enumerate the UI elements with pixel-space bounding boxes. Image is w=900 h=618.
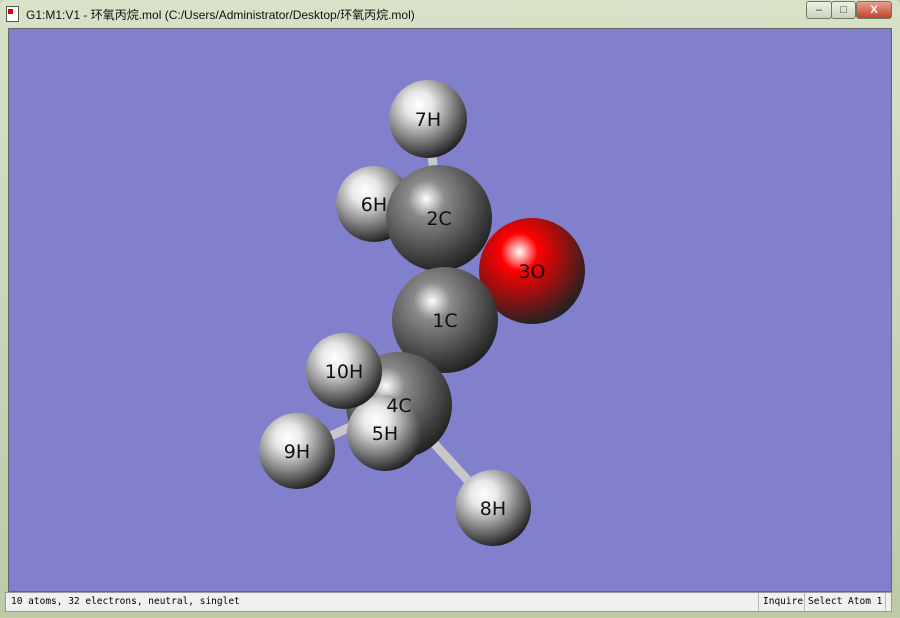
status-action: Select Atom 1 — [804, 593, 887, 611]
atom-label: 1C — [432, 310, 457, 332]
atom-label: 10H — [325, 361, 363, 383]
molecule-view[interactable]: 1C 2C 3O 4C 5H 6H 7H 8H 9H 10H — [1, 1, 900, 618]
atom-label: 4C — [386, 395, 411, 417]
atom-label: 9H — [284, 441, 310, 463]
status-bar: 10 atoms, 32 electrons, neutral, singlet… — [5, 592, 892, 612]
application-window: G1:M1:V1 - 环氧丙烷.mol (C:/Users/Administra… — [0, 0, 900, 617]
atom-label: 5H — [372, 423, 398, 445]
molecule-viewport[interactable]: 1C 2C 3O 4C 5H 6H 7H 8H 9H 10H — [8, 28, 892, 592]
atom-label: 3O — [518, 261, 545, 283]
status-mode: Inquire — [758, 593, 803, 611]
atom-label: 8H — [480, 498, 506, 520]
atom-label: 2C — [426, 208, 451, 230]
atom-label: 6H — [361, 194, 387, 216]
atom-label: 7H — [415, 109, 441, 131]
status-summary: 10 atoms, 32 electrons, neutral, singlet — [11, 596, 240, 607]
